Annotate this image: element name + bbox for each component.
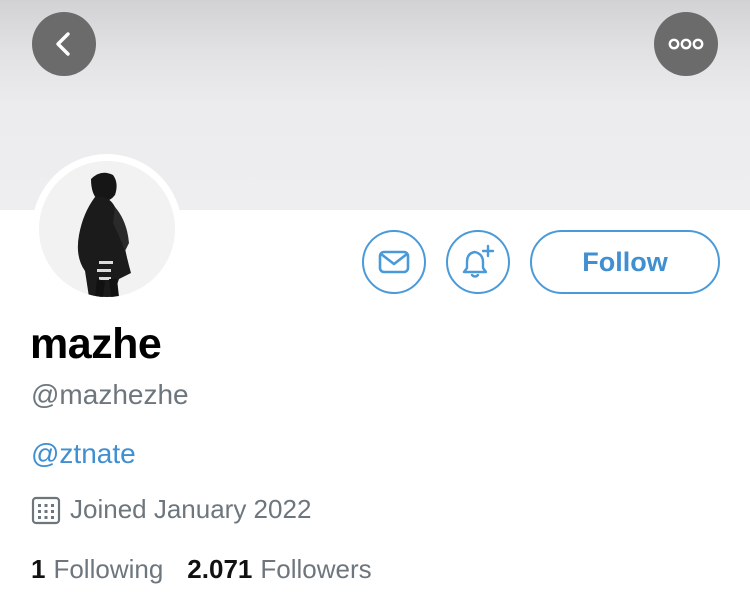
avatar[interactable] xyxy=(32,154,182,304)
followers-label: Followers xyxy=(260,554,372,584)
follow-stats: 1 Following 2.071 Followers xyxy=(31,554,372,585)
following-stat[interactable]: 1 Following xyxy=(31,554,163,585)
more-options-button[interactable] xyxy=(654,12,718,76)
notify-button[interactable] xyxy=(446,230,510,294)
calendar-icon xyxy=(31,495,61,525)
followers-stat[interactable]: 2.071 Followers xyxy=(187,554,371,585)
back-button[interactable] xyxy=(32,12,96,76)
following-label: Following xyxy=(53,554,164,584)
display-name: mazhe xyxy=(30,320,162,368)
chevron-left-icon xyxy=(49,29,79,59)
joined-date: Joined January 2022 xyxy=(31,494,311,525)
profile-photo xyxy=(39,161,175,297)
bio-mention-link[interactable]: @ztnate xyxy=(31,438,136,470)
envelope-icon xyxy=(378,250,410,274)
followers-count: 2.071 xyxy=(187,554,253,584)
follow-button-label: Follow xyxy=(582,246,668,277)
message-button[interactable] xyxy=(362,230,426,294)
follow-button[interactable]: Follow xyxy=(530,230,720,294)
profile-page: Follow mazhe @mazhezhe @ztnate Joined Ja… xyxy=(0,0,750,611)
user-handle: @mazhezhe xyxy=(31,379,189,410)
joined-text: Joined January 2022 xyxy=(70,494,312,524)
ellipsis-icon xyxy=(668,38,704,50)
following-count: 1 xyxy=(31,554,46,584)
bell-plus-icon xyxy=(460,244,496,280)
